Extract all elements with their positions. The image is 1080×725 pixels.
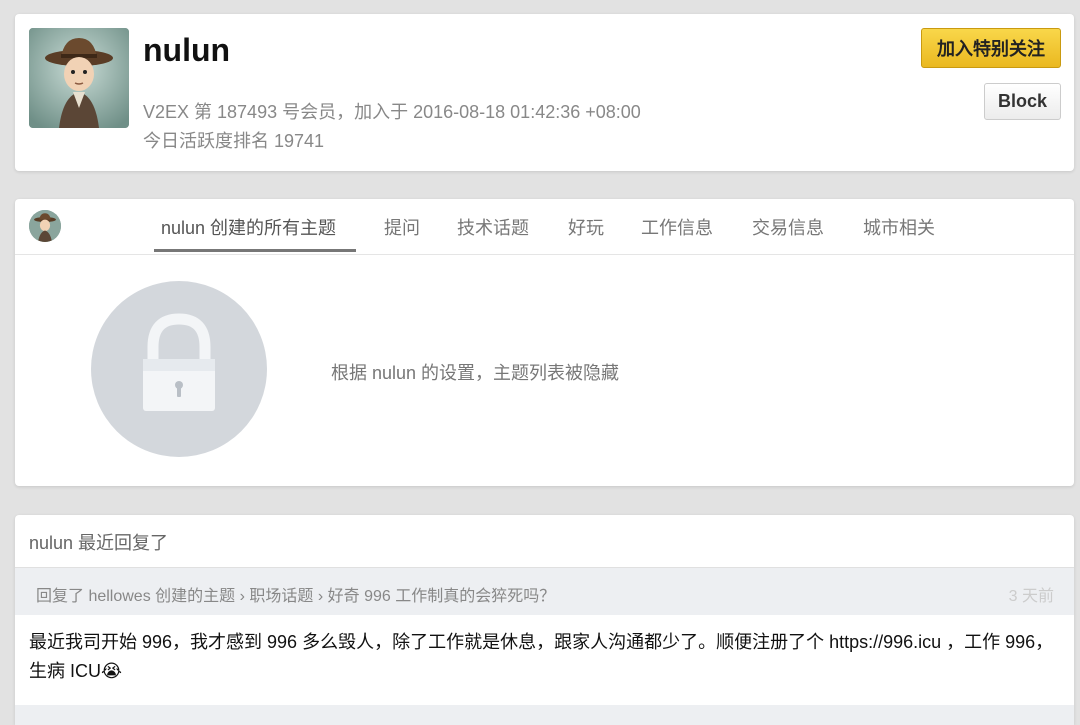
activity-rank: 今日活跃度排名 19741 <box>143 131 325 151</box>
tab-fun[interactable]: 好玩 <box>568 214 604 240</box>
avatar-small-image <box>29 210 61 242</box>
active-tab-indicator <box>154 249 356 252</box>
tab-deals[interactable]: 交易信息 <box>752 214 824 240</box>
reply-time: 3 天前 <box>1008 588 1054 605</box>
avatar[interactable] <box>29 28 129 128</box>
topics-card: nulun 创建的所有主题 提问 技术话题 好玩 工作信息 交易信息 城市相关 … <box>15 199 1074 486</box>
hidden-topics-message: 根据 nulun 的设置，主题列表被隐藏 <box>331 363 620 383</box>
breadcrumb-separator: › <box>239 588 245 605</box>
tab-all-topics[interactable]: nulun 创建的所有主题 <box>161 214 336 240</box>
reply-prefix[interactable]: 回复了 hellowes 创建的主题 <box>36 588 235 605</box>
tab-jobs[interactable]: 工作信息 <box>641 214 713 240</box>
avatar-small[interactable] <box>29 210 61 242</box>
reply-header: 回复了 hellowes 创建的主题 › 职场话题 › 好奇 996 工作制真的… <box>15 567 1074 615</box>
next-reply-header <box>15 705 1074 725</box>
follow-button[interactable]: 加入特别关注 <box>921 28 1061 68</box>
reply-topic-link[interactable]: 好奇 996 工作制真的会猝死吗？ <box>328 588 556 605</box>
tab-tech[interactable]: 技术话题 <box>457 214 529 240</box>
tab-questions[interactable]: 提问 <box>384 214 420 240</box>
tab-city[interactable]: 城市相关 <box>863 214 935 240</box>
topic-tab-bar: nulun 创建的所有主题 提问 技术话题 好玩 工作信息 交易信息 城市相关 <box>15 199 1074 255</box>
reply-content: 最近我司开始 996，我才感到 996 多么毁人，除了工作就是休息，跟家人沟通都… <box>29 632 1054 681</box>
lock-icon <box>91 281 267 457</box>
recent-replies-card: nulun 最近回复了 回复了 hellowes 创建的主题 › 职场话题 › … <box>15 515 1074 725</box>
reply-node-link[interactable]: 职场话题 <box>249 588 313 605</box>
member-info: V2EX 第 187493 号会员，加入于 2016-08-18 01:42:3… <box>143 102 641 122</box>
recent-replies-title: nulun 最近回复了 <box>29 533 169 553</box>
block-button[interactable]: Block <box>984 83 1061 120</box>
reply-breadcrumb: 回复了 hellowes 创建的主题 › 职场话题 › 好奇 996 工作制真的… <box>36 582 555 606</box>
breadcrumb-separator: › <box>317 588 324 605</box>
profile-card: nulun V2EX 第 187493 号会员，加入于 2016-08-18 0… <box>15 14 1074 171</box>
avatar-image <box>29 28 129 128</box>
username: nulun <box>143 32 231 68</box>
